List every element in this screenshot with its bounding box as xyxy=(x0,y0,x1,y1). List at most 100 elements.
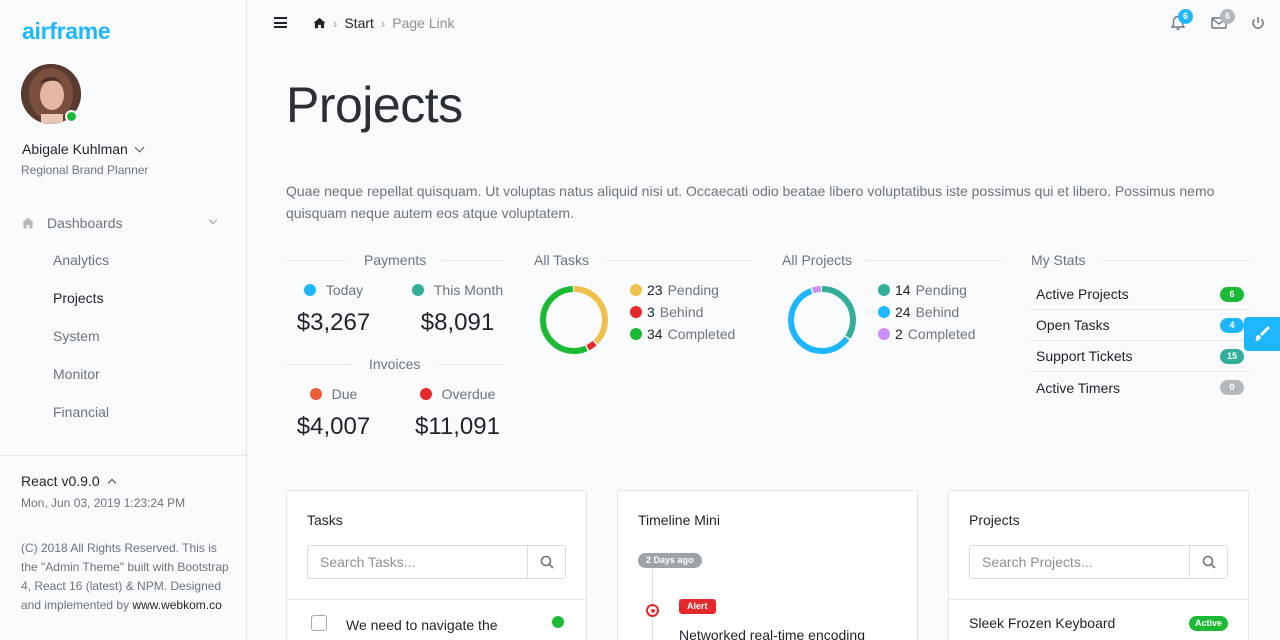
projects-search xyxy=(969,545,1228,579)
timeline-date-badge: 2 Days ago xyxy=(638,553,702,568)
stats-label: Open Tasks xyxy=(1036,317,1110,333)
sidebar-section-dashboards[interactable]: Dashboards xyxy=(21,213,221,233)
stats-badge: 4 xyxy=(1220,317,1244,333)
metric-value: $8,091 xyxy=(420,309,495,336)
task-status-dot xyxy=(552,616,564,628)
stats-row[interactable]: Support Tickets 15 xyxy=(1031,341,1249,372)
divider xyxy=(866,260,1001,261)
search-button[interactable] xyxy=(527,546,565,578)
timeline-entry[interactable]: Networked real-time encoding xyxy=(679,627,865,640)
invoices-label: Invoices xyxy=(369,356,421,372)
task-text[interactable]: We need to navigate the xyxy=(346,614,536,636)
sidebar-item-financial[interactable]: Financial xyxy=(53,404,109,420)
home-icon[interactable] xyxy=(313,17,326,29)
legend-count: 2 xyxy=(895,326,903,342)
divider xyxy=(287,599,586,600)
breadcrumb-start[interactable]: Start xyxy=(344,15,374,31)
legend-label: Behind xyxy=(915,304,960,320)
legend-item: 23 Pending xyxy=(630,279,735,301)
sidebar: airframe Abigale Kuhlman Regional Brand … xyxy=(0,0,247,640)
search-icon xyxy=(1202,555,1216,569)
legend-item: 3 Behind xyxy=(630,301,735,323)
my-stats-list: Active Projects 6 Open Tasks 4 Support Tic… xyxy=(1031,279,1249,403)
power-icon[interactable] xyxy=(1249,14,1267,32)
paint-brush-icon xyxy=(1255,326,1270,341)
dot-icon xyxy=(419,388,432,400)
search-icon xyxy=(540,555,554,569)
metric-value: $3,267 xyxy=(296,309,371,336)
metric-value: $4,007 xyxy=(296,413,371,440)
tasks-search xyxy=(307,545,566,579)
stats-row[interactable]: Open Tasks 4 xyxy=(1031,310,1249,341)
tasks-card: Tasks We need to navigate the xyxy=(286,490,587,640)
online-status-dot xyxy=(65,110,78,123)
divider xyxy=(286,364,351,365)
all-projects-legend: 14 Pending 24 Behind 2 Completed xyxy=(878,279,976,345)
dot-icon xyxy=(630,328,642,340)
search-button[interactable] xyxy=(1189,546,1227,578)
divider xyxy=(439,364,504,365)
search-projects-input[interactable] xyxy=(970,546,1189,578)
legend-item: 2 Completed xyxy=(878,323,976,345)
metric-this-month: This Month $8,091 xyxy=(405,282,510,337)
metric-label: Overdue xyxy=(441,386,496,402)
sidebar-item-analytics[interactable]: Analytics xyxy=(53,252,109,268)
dot-icon xyxy=(309,388,322,400)
notifications-badge: 6 xyxy=(1178,9,1193,24)
all-tasks-label: All Tasks xyxy=(534,252,589,268)
error-circle-icon xyxy=(646,604,659,617)
metric-label: Today xyxy=(325,282,364,298)
status-badge: Active xyxy=(1188,616,1228,631)
stats-badge: 15 xyxy=(1220,348,1244,364)
copyright: (C) 2018 All Rights Reserved. This is th… xyxy=(21,539,231,615)
card-title: Projects xyxy=(969,512,1020,528)
legend-item: 24 Behind xyxy=(878,301,976,323)
metric-value: $11,091 xyxy=(415,413,500,440)
sidebar-item-monitor[interactable]: Monitor xyxy=(53,366,100,382)
all-projects-donut-chart xyxy=(788,286,856,354)
brand-logo[interactable]: airframe xyxy=(22,18,111,45)
sidebar-item-system[interactable]: System xyxy=(53,328,100,344)
task-checkbox[interactable] xyxy=(311,615,327,631)
my-stats-label: My Stats xyxy=(1031,252,1086,268)
legend-item: 14 Pending xyxy=(878,279,976,301)
breadcrumb-separator: › xyxy=(333,15,338,31)
user-menu-toggle[interactable]: Abigale Kuhlman xyxy=(22,141,145,157)
breadcrumb: › Start › Page Link xyxy=(313,15,455,31)
card-title: Timeline Mini xyxy=(638,512,720,528)
user-role: Regional Brand Planner xyxy=(21,163,149,177)
stats-label: Active Projects xyxy=(1036,286,1129,302)
divider xyxy=(1102,260,1249,261)
project-name[interactable]: Sleek Frozen Keyboard xyxy=(969,615,1115,631)
sidebar-item-projects[interactable]: Projects xyxy=(53,290,104,306)
metric-due: Due $4,007 xyxy=(286,386,381,441)
legend-label: Completed xyxy=(667,326,736,342)
chevron-down-icon xyxy=(134,142,145,152)
page-description: Quae neque repellat quisquam. Ut volupta… xyxy=(286,183,1215,221)
version-toggle[interactable]: React v0.9.0 xyxy=(21,473,116,489)
stats-row[interactable]: Active Projects 6 xyxy=(1031,279,1249,310)
payments-label: Payments xyxy=(364,252,427,268)
sidebar-section-label: Dashboards xyxy=(47,215,123,231)
dot-icon xyxy=(878,306,890,318)
menu-toggle-icon[interactable] xyxy=(274,17,287,28)
chevron-down-icon xyxy=(208,215,218,225)
metric-today: Today $3,267 xyxy=(286,282,381,337)
legend-label: Pending xyxy=(915,282,967,298)
stats-row[interactable]: Active Timers 0 xyxy=(1031,372,1249,403)
datetime: Mon, Jun 03, 2019 1:23:24 PM xyxy=(21,496,186,510)
author-link[interactable]: www.webkom.co xyxy=(132,598,221,612)
search-tasks-input[interactable] xyxy=(308,546,527,578)
home-icon xyxy=(22,217,34,229)
all-tasks-legend: 23 Pending 3 Behind 34 Completed xyxy=(630,279,735,345)
projects-card: Projects Sleek Frozen Keyboard Active xyxy=(948,490,1249,640)
all-tasks-donut-chart xyxy=(540,286,608,354)
dot-icon xyxy=(878,284,890,296)
timeline-card: Timeline Mini 2 Days ago Alert Networked… xyxy=(617,490,918,640)
stats-badge: 6 xyxy=(1220,286,1244,302)
messages-badge: 6 xyxy=(1220,9,1235,24)
stats-badge: 0 xyxy=(1220,380,1244,395)
theme-customizer-button[interactable] xyxy=(1244,317,1280,351)
legend-count: 23 xyxy=(647,282,663,298)
breadcrumb-current: Page Link xyxy=(392,15,455,31)
